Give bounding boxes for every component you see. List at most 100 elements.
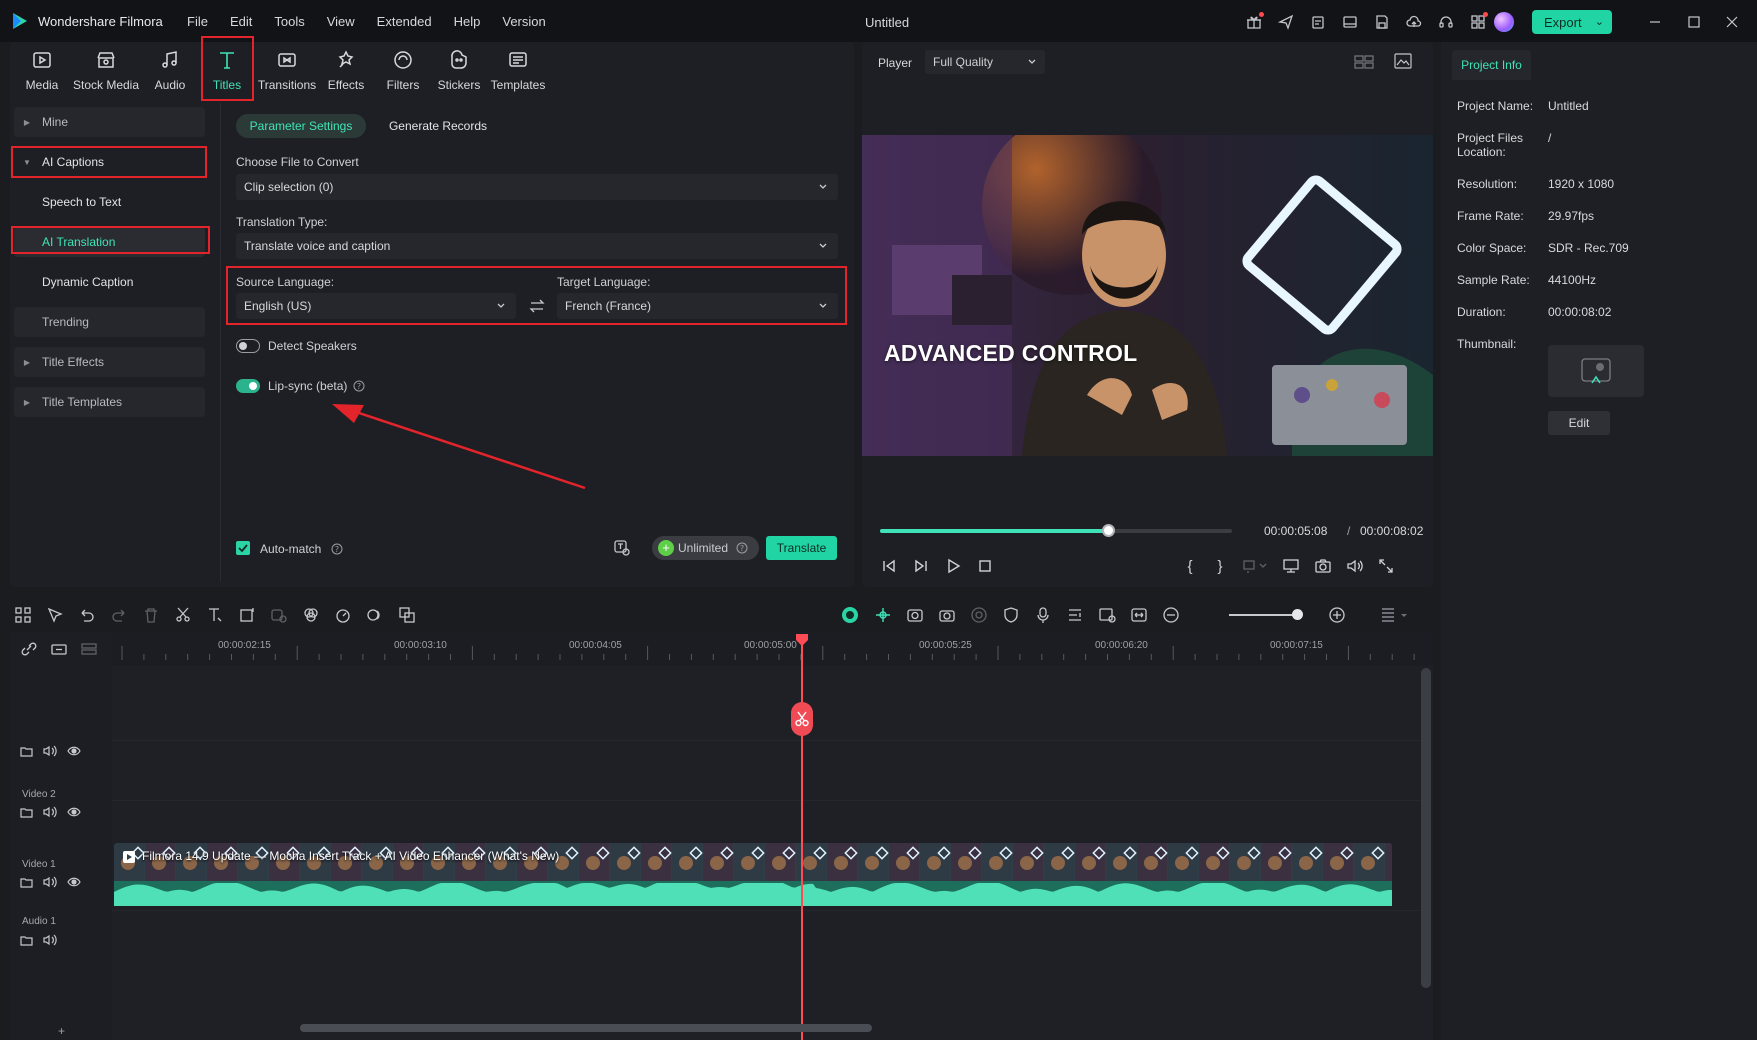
apps-grid-icon[interactable] [1462, 12, 1494, 32]
headset-icon[interactable] [1430, 12, 1462, 32]
video-preview[interactable] [862, 135, 1433, 456]
translate-button[interactable]: Translate [766, 536, 837, 560]
eye-icon[interactable] [67, 806, 81, 818]
translate-tool-icon[interactable] [398, 606, 416, 624]
sidebar-item-dynamic-caption[interactable]: Dynamic Caption [14, 267, 205, 297]
tab-generate-records[interactable]: Generate Records [378, 114, 498, 138]
grid-view-icon[interactable] [1354, 54, 1374, 70]
delete-icon[interactable] [142, 606, 160, 624]
tool-templates[interactable]: Templates [490, 48, 546, 100]
ai-smart-icon[interactable] [840, 606, 860, 624]
mark-out-icon[interactable]: } [1212, 558, 1228, 575]
horizontal-scrollbar[interactable] [300, 1024, 872, 1032]
save-icon[interactable] [1366, 12, 1398, 32]
text-tool-icon[interactable] [206, 606, 224, 624]
tool-stock-media[interactable]: Stock Media [72, 48, 140, 100]
prev-frame-icon[interactable] [881, 558, 897, 574]
help-icon[interactable]: ? [353, 380, 365, 392]
snapshot-icon[interactable] [1314, 558, 1332, 575]
display-icon[interactable] [1282, 558, 1300, 575]
tool-effects[interactable]: Effects [326, 48, 366, 100]
camera-tool-icon[interactable] [938, 606, 956, 624]
tool-titles[interactable]: Titles [205, 48, 249, 100]
lipsync-toggle[interactable] [236, 379, 260, 393]
tool-audio[interactable]: Audio [150, 48, 190, 100]
speaker-icon[interactable] [43, 934, 57, 946]
crop-icon[interactable] [238, 606, 256, 624]
export-button[interactable]: Export ⌄ [1532, 10, 1612, 34]
ai-cutout-icon[interactable] [270, 606, 288, 624]
vertical-scrollbar[interactable] [1421, 668, 1431, 988]
zoom-slider-handle[interactable] [1292, 609, 1303, 620]
audio-waveform[interactable] [114, 881, 1392, 906]
swap-languages-icon[interactable] [528, 297, 546, 315]
gift-icon[interactable] [1238, 12, 1270, 32]
menu-help[interactable]: Help [454, 14, 481, 29]
menu-tools[interactable]: Tools [274, 14, 304, 29]
auto-highlight-icon[interactable] [906, 606, 924, 624]
tool-transitions[interactable]: Transitions [258, 48, 316, 100]
maximize-icon[interactable] [1684, 12, 1704, 32]
tool-media[interactable]: Media [22, 48, 62, 100]
zoom-out-icon[interactable] [1162, 606, 1180, 624]
progress-track[interactable] [880, 529, 1232, 533]
split-icon[interactable] [174, 606, 192, 624]
help-icon[interactable]: ? [331, 543, 343, 555]
add-track-icon[interactable] [50, 641, 68, 657]
choose-file-select[interactable]: Clip selection (0) [236, 174, 838, 200]
tool-stickers[interactable]: Stickers [436, 48, 482, 100]
folder-icon[interactable] [20, 806, 33, 818]
speaker-icon[interactable] [43, 745, 57, 757]
menu-edit[interactable]: Edit [230, 14, 252, 29]
volume-icon[interactable] [1346, 558, 1364, 575]
add-track-button[interactable]: + [58, 1024, 65, 1038]
redo-icon[interactable] [110, 606, 128, 624]
layout-icon[interactable] [1334, 12, 1366, 32]
image-icon[interactable] [1394, 53, 1412, 69]
snap-icon[interactable] [874, 606, 892, 624]
user-avatar[interactable] [1494, 12, 1514, 32]
fit-width-icon[interactable] [1130, 606, 1148, 624]
detect-speakers-toggle[interactable] [236, 339, 260, 353]
sidebar-item-title-templates[interactable]: ▶ Title Templates [14, 387, 205, 417]
speaker-icon[interactable] [43, 806, 57, 818]
sidebar-item-mine[interactable]: ▶ Mine [14, 107, 205, 137]
eye-icon[interactable] [67, 876, 81, 888]
sidebar-item-speech-to-text[interactable]: Speech to Text [14, 187, 205, 217]
sidebar-item-trending[interactable]: Trending [14, 307, 205, 337]
thumbnail-preview[interactable] [1548, 345, 1644, 397]
edit-thumbnail-button[interactable]: Edit [1548, 411, 1610, 435]
menu-version[interactable]: Version [502, 14, 545, 29]
zoom-in-icon[interactable] [1328, 606, 1346, 624]
tool-filters[interactable]: Filters [383, 48, 423, 100]
zoom-slider[interactable] [1229, 614, 1301, 616]
folder-icon[interactable] [20, 745, 33, 757]
layout-grid-icon[interactable] [14, 606, 32, 624]
translate-settings-icon[interactable] [613, 539, 631, 557]
color-icon[interactable] [302, 606, 320, 624]
track-manager-icon[interactable] [80, 641, 98, 657]
automatch-checkbox[interactable] [236, 541, 250, 555]
close-icon[interactable] [1722, 12, 1742, 32]
unlimited-badge[interactable]: + Unlimited? [652, 536, 759, 560]
speed-icon[interactable] [334, 606, 352, 624]
menu-view[interactable]: View [327, 14, 355, 29]
folder-icon[interactable] [20, 934, 33, 946]
send-icon[interactable] [1270, 12, 1302, 32]
fullscreen-icon[interactable] [1378, 558, 1394, 575]
sidebar-item-ai-translation[interactable]: AI Translation [14, 227, 205, 257]
tab-project-info[interactable]: Project Info [1452, 50, 1531, 80]
shield-icon[interactable] [1002, 606, 1020, 624]
menu-file[interactable]: File [187, 14, 208, 29]
audio-mixer-icon[interactable] [1066, 606, 1084, 624]
stop-icon[interactable] [977, 558, 993, 574]
scissors-icon[interactable] [791, 702, 813, 736]
playhead[interactable] [801, 640, 803, 1040]
undo-icon[interactable] [78, 606, 96, 624]
minimize-icon[interactable] [1645, 12, 1665, 32]
link-icon[interactable] [20, 641, 38, 657]
source-language-select[interactable]: English (US) [236, 293, 516, 319]
clipboard-icon[interactable] [1302, 12, 1334, 32]
select-tool-icon[interactable] [46, 606, 64, 624]
play-icon[interactable] [945, 558, 961, 574]
